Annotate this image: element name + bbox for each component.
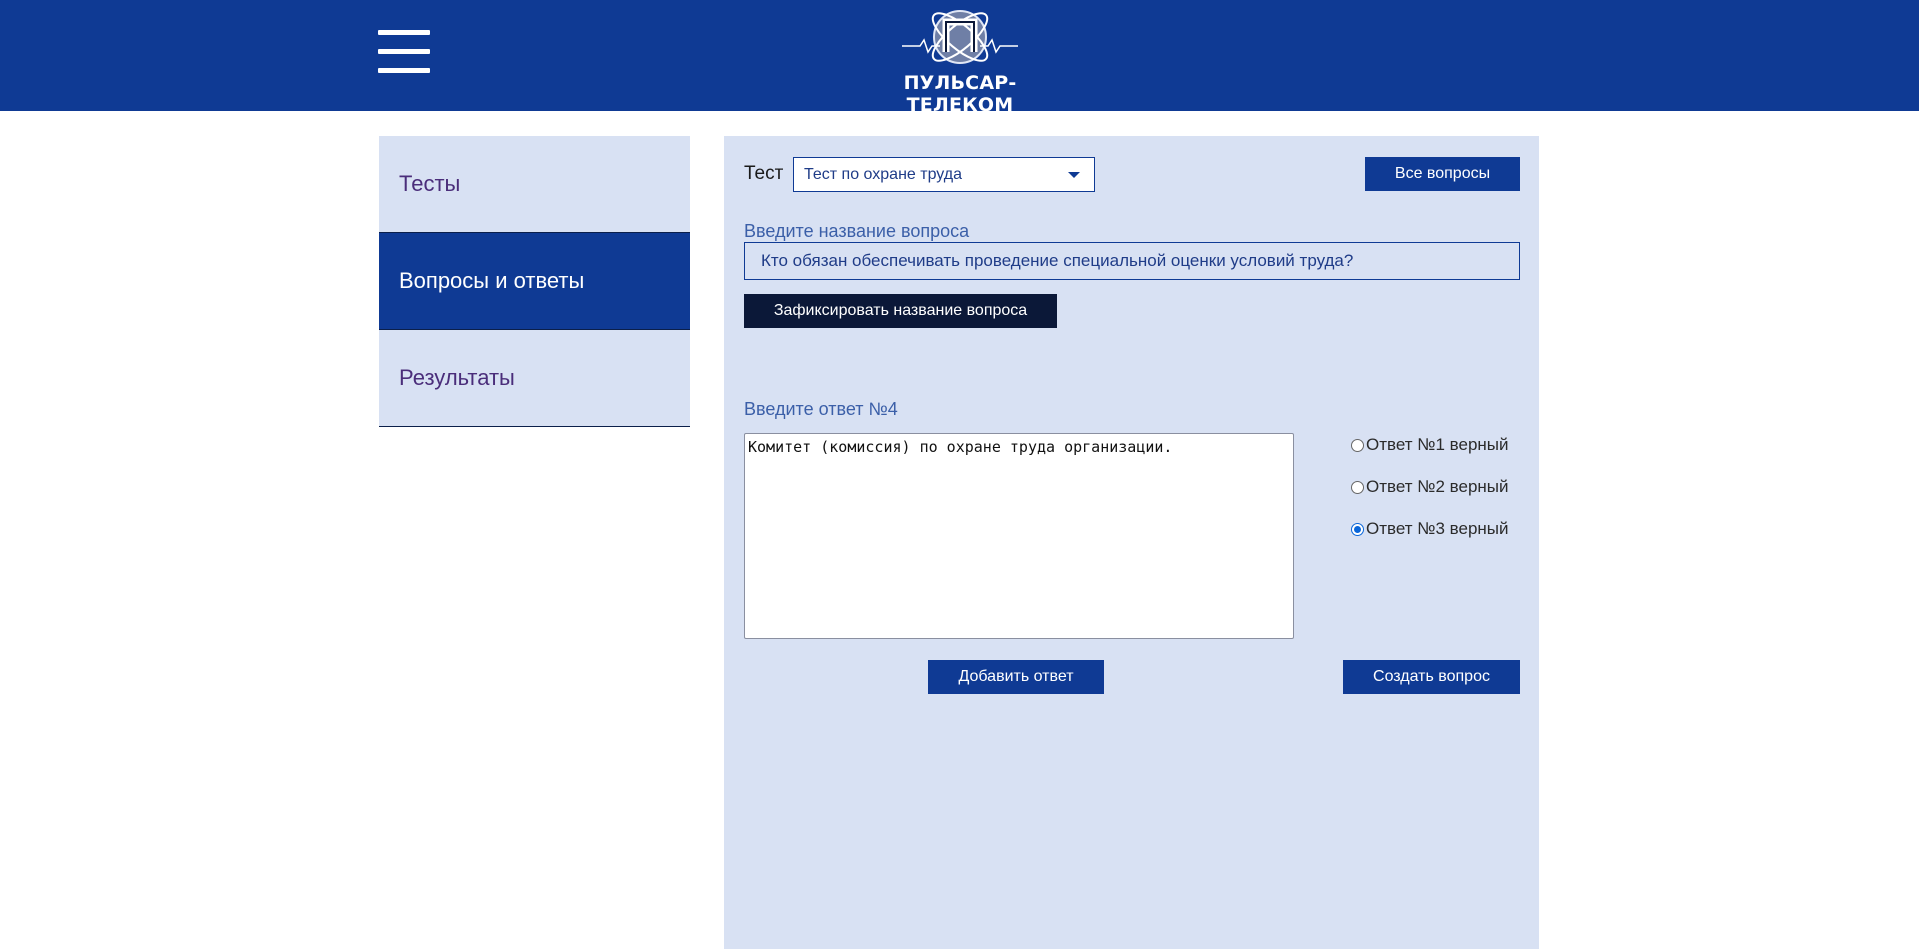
sidebar-item-questions-answers[interactable]: Вопросы и ответы [379, 233, 690, 330]
test-label: Тест [744, 163, 784, 184]
radio-answer-1-correct[interactable]: Ответ №1 верный [1351, 435, 1509, 455]
create-question-button[interactable]: Создать вопрос [1343, 660, 1520, 694]
test-select[interactable]: Тест по охране труда [793, 157, 1095, 192]
question-input[interactable]: Кто обязан обеспечивать проведение специ… [744, 242, 1520, 280]
all-questions-button[interactable]: Все вопросы [1365, 157, 1520, 191]
radio-answer-3-correct[interactable]: Ответ №3 верный [1351, 519, 1509, 539]
hamburger-menu-icon[interactable] [378, 30, 430, 74]
brand-name: ПУЛЬСАР-ТЕЛЕКОМ [903, 72, 1017, 116]
sidebar-nav: Тесты Вопросы и ответы Результаты [379, 136, 690, 427]
fix-question-button[interactable]: Зафиксировать название вопроса [744, 294, 1057, 328]
radio-label: Ответ №3 верный [1366, 519, 1509, 538]
pulsar-logo-icon [902, 10, 1018, 64]
brand-logo[interactable]: ПУЛЬСАР-ТЕЛЕКОМ [860, 6, 1060, 116]
radio-icon[interactable] [1351, 438, 1364, 452]
chevron-down-icon [1068, 171, 1080, 178]
answer-label: Введите ответ №4 [744, 399, 898, 419]
question-label: Введите название вопроса [744, 221, 970, 241]
question-editor-panel: Тест Тест по охране труда Все вопросы Вв… [724, 136, 1539, 949]
radio-icon[interactable] [1351, 480, 1364, 494]
radio-label: Ответ №2 верный [1366, 477, 1509, 496]
radio-answer-2-correct[interactable]: Ответ №2 верный [1351, 477, 1509, 497]
sidebar-item-results[interactable]: Результаты [379, 330, 690, 427]
top-header: ПУЛЬСАР-ТЕЛЕКОМ [0, 0, 1919, 116]
test-select-value: Тест по охране труда [804, 165, 962, 183]
sidebar-item-tests[interactable]: Тесты [379, 136, 690, 233]
answer-textarea[interactable]: Комитет (комиссия) по охране труда орган… [744, 433, 1294, 639]
add-answer-button[interactable]: Добавить ответ [928, 660, 1104, 694]
radio-label: Ответ №1 верный [1366, 435, 1509, 454]
radio-checked-icon[interactable] [1351, 522, 1364, 536]
